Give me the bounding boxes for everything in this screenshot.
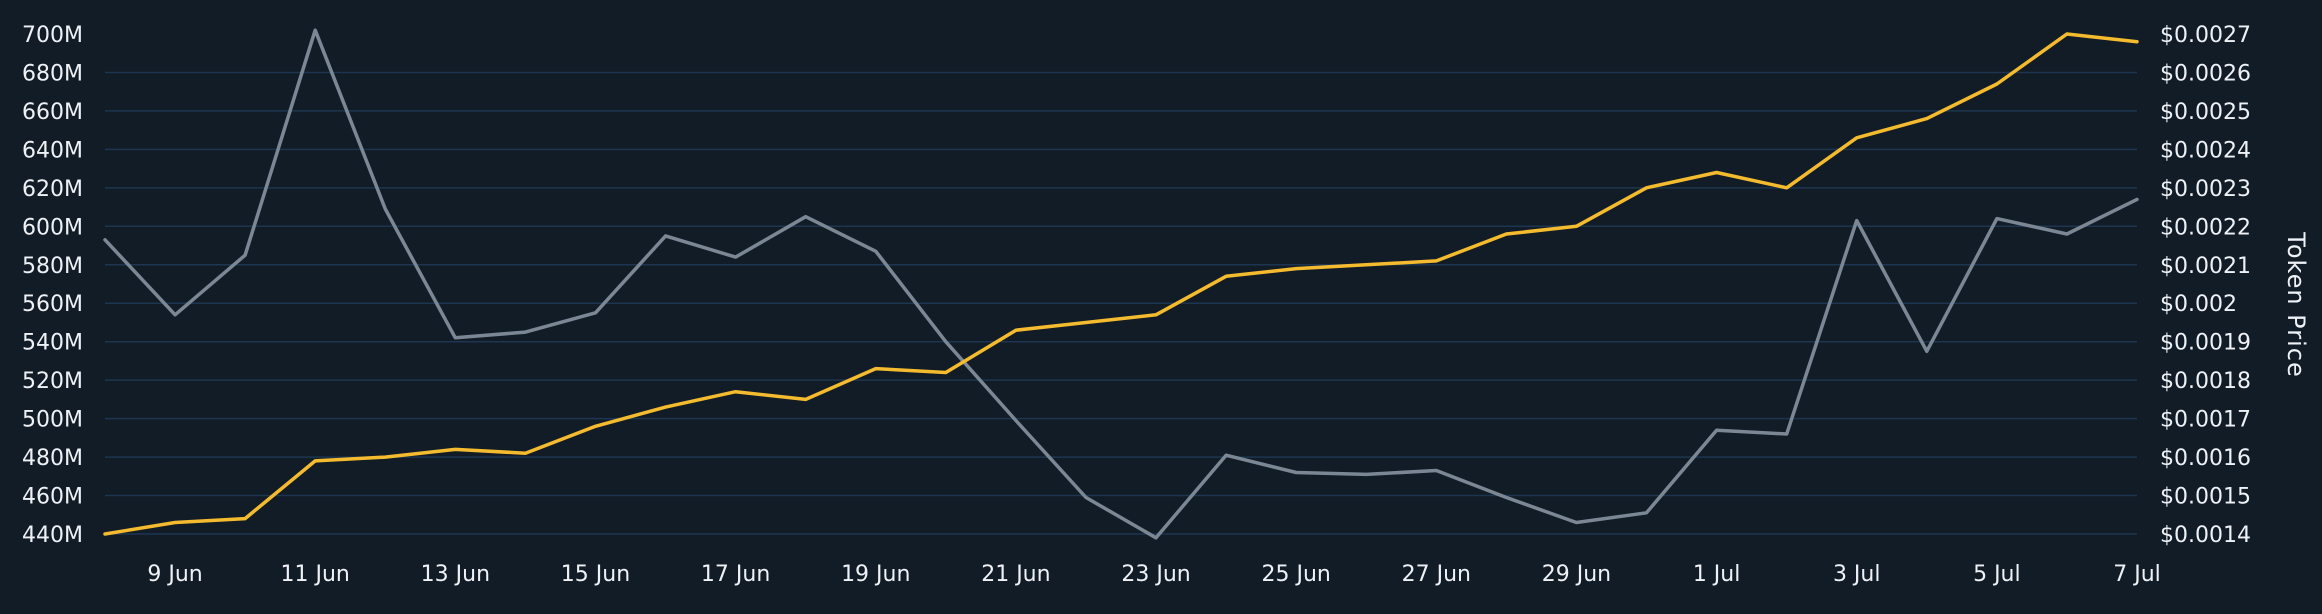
right-tick-label: $0.0027 (2160, 23, 2251, 48)
x-tick-label: 11 Jun (281, 562, 350, 587)
right-tick-label: $0.0016 (2160, 446, 2251, 471)
left-tick-label: 620M (22, 177, 83, 202)
right-tick-label: $0.0017 (2160, 408, 2251, 433)
token-price-line (103, 32, 2139, 536)
left-tick-label: 700M (22, 23, 83, 48)
left-tick-label: 600M (22, 215, 83, 240)
left-tick-label: 640M (22, 138, 83, 163)
right-tick-label: $0.002 (2160, 292, 2237, 317)
x-tick-label: 15 Jun (561, 562, 630, 587)
right-tick-label: $0.0015 (2160, 485, 2251, 510)
left-tick-label: 580M (22, 254, 83, 279)
x-axis-ticks: 9 Jun 11 Jun 13 Jun 15 Jun 17 Jun 19 Jun 21 Ju… (147, 562, 2160, 587)
left-tick-label: 540M (22, 331, 83, 356)
x-tick-label: 21 Jun (981, 562, 1050, 587)
left-axis-ticks: 440M 460M 480M 500M 520M 540M 560M 580M 600M 620M… (22, 23, 83, 548)
x-tick-label: 13 Jun (421, 562, 490, 587)
grid-lines (105, 71, 2137, 535)
dual-axis-line-chart: 440M 460M 480M 500M 520M 540M 560M 580M 600M 620M… (22, 23, 2310, 587)
right-axis-title: Token Price (2282, 231, 2310, 377)
right-tick-label: $0.0014 (2160, 523, 2251, 548)
left-tick-label: 480M (22, 446, 83, 471)
x-tick-label: 9 Jun (147, 562, 202, 587)
left-tick-label: 520M (22, 369, 83, 394)
left-tick-label: 500M (22, 408, 83, 433)
x-tick-label: 25 Jun (1261, 562, 1330, 587)
right-tick-label: $0.0018 (2160, 369, 2251, 394)
right-tick-label: $0.0025 (2160, 100, 2251, 125)
x-tick-label: 19 Jun (841, 562, 910, 587)
right-tick-label: $0.0026 (2160, 61, 2251, 86)
right-tick-label: $0.0022 (2160, 215, 2251, 240)
left-tick-label: 460M (22, 485, 83, 510)
right-tick-label: $0.0019 (2160, 331, 2251, 356)
x-tick-label: 3 Jul (1833, 562, 1881, 587)
x-tick-label: 23 Jun (1121, 562, 1190, 587)
left-tick-label: 440M (22, 523, 83, 548)
right-tick-label: $0.0021 (2160, 254, 2251, 279)
right-axis-ticks: $0.0014 $0.0015 $0.0016 $0.0017 $0.0018 $0.00… (2160, 23, 2251, 548)
x-tick-label: 29 Jun (1542, 562, 1611, 587)
x-tick-label: 7 Jul (2113, 562, 2161, 587)
right-tick-label: $0.0024 (2160, 138, 2251, 163)
x-tick-label: 1 Jul (1693, 562, 1741, 587)
right-tick-label: $0.0023 (2160, 177, 2251, 202)
left-tick-label: 660M (22, 100, 83, 125)
left-tick-label: 560M (22, 292, 83, 317)
chart-container: 440M 460M 480M 500M 520M 540M 560M 580M 600M 620M… (0, 0, 2322, 614)
x-tick-label: 27 Jun (1402, 562, 1471, 587)
left-tick-label: 680M (22, 61, 83, 86)
left-axis-series-line (103, 28, 2139, 540)
x-tick-label: 5 Jul (1973, 562, 2021, 587)
x-tick-label: 17 Jun (701, 562, 770, 587)
series-lines (103, 28, 2139, 540)
